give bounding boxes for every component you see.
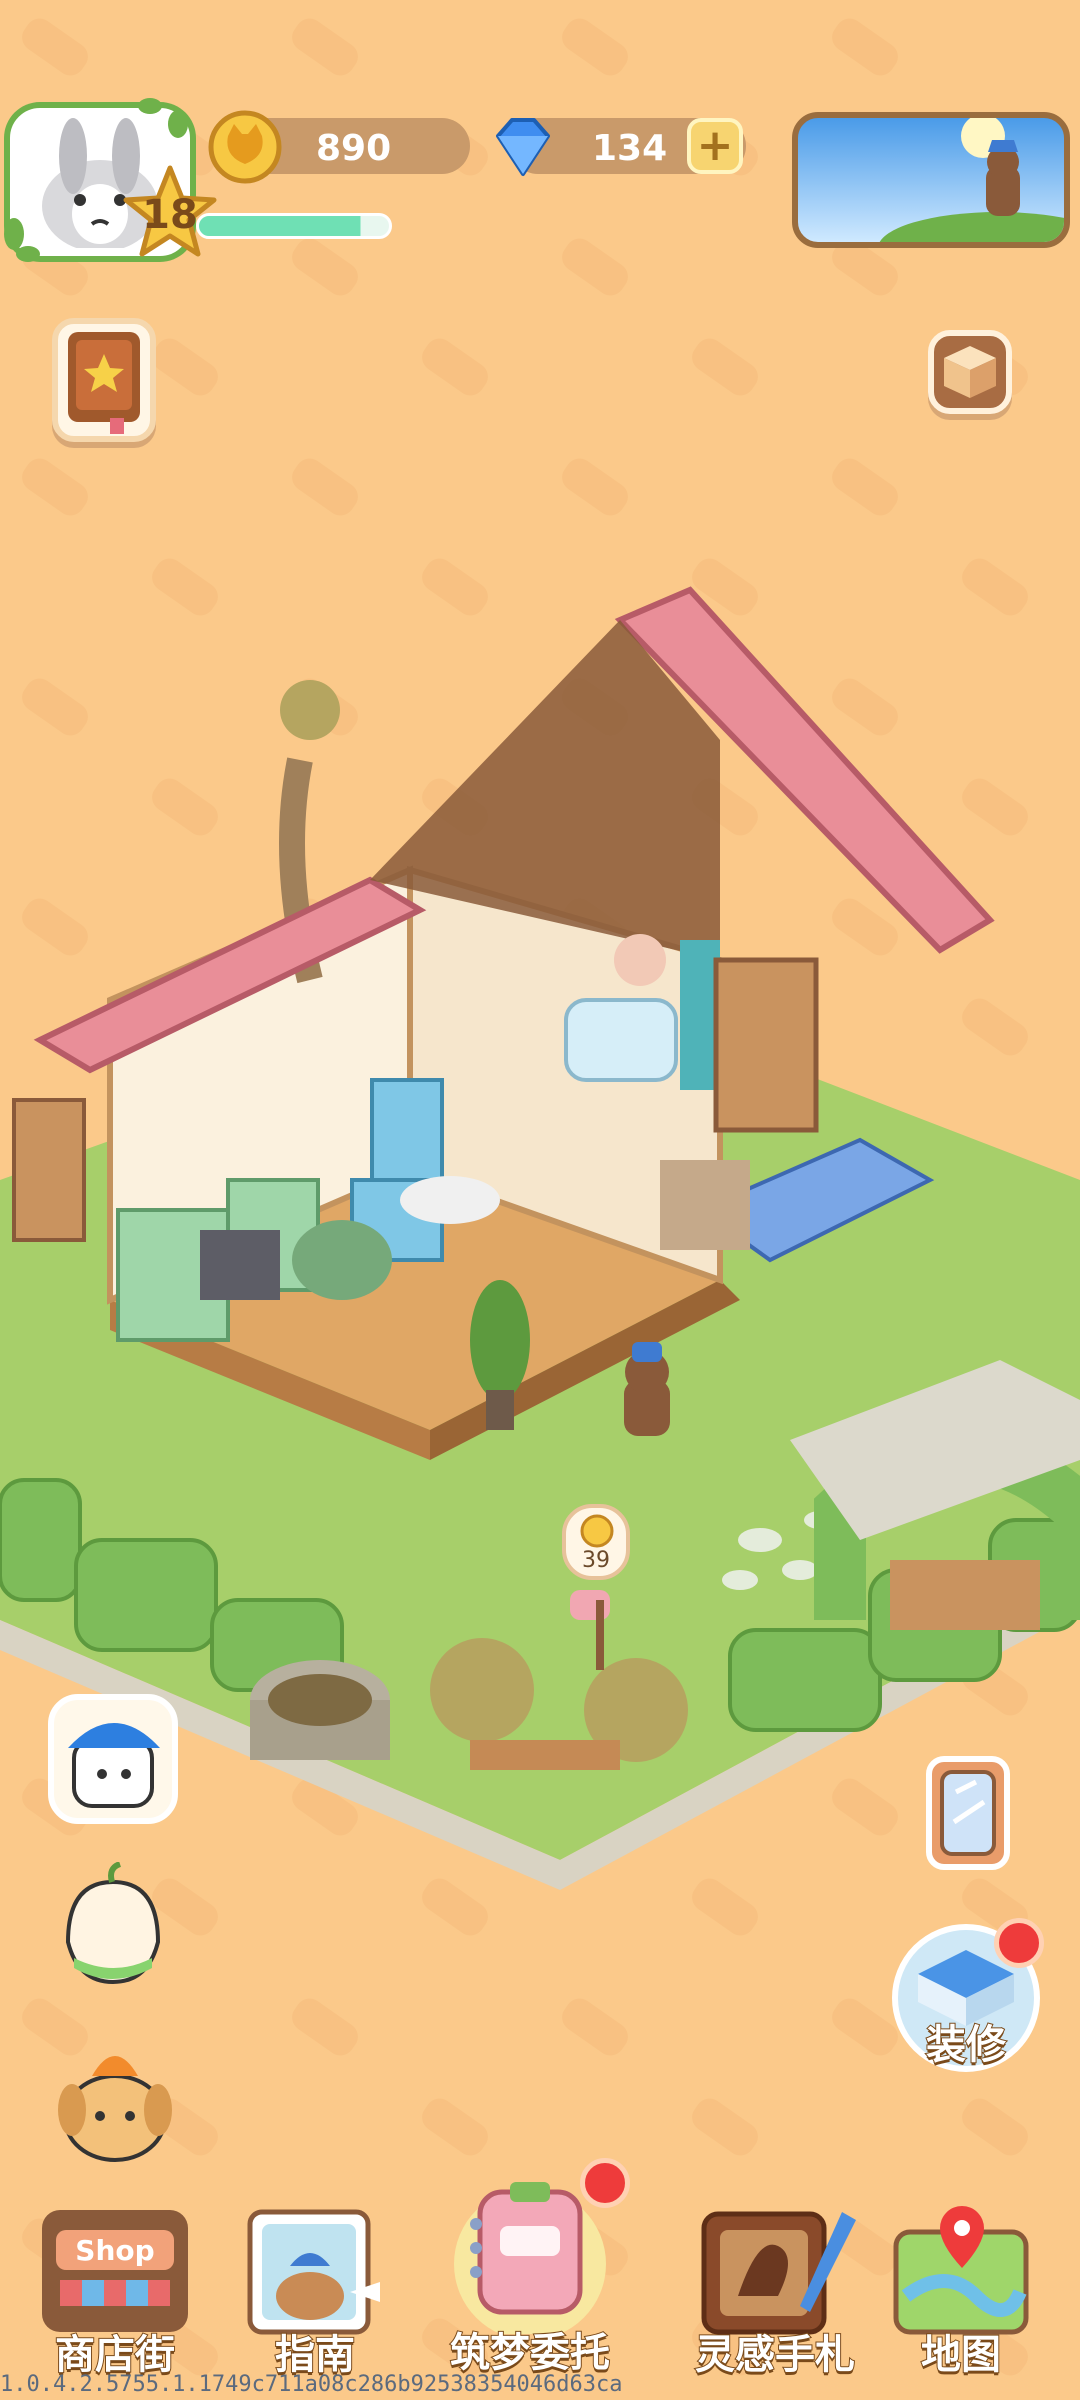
puppy-icon [58,2056,172,2162]
storage-box-button[interactable] [928,330,1012,414]
star-book-button[interactable] [52,318,156,442]
notification-badge [994,1918,1044,1968]
xp-progress-bar [196,213,392,239]
cat-coin-icon [580,1514,614,1548]
diamond-icon [496,118,550,176]
weather-panel[interactable] [792,112,1070,248]
version-string: 1.0.4.2.5755.1.1749c711a08c286b925383540… [0,2372,623,2397]
coins-value: 890 [316,128,392,169]
nav-guide[interactable]: 指南 [240,2196,390,2380]
nav-label-journal: 灵感手札 [694,2331,856,2379]
shop-icon: Shop [42,2210,188,2332]
wardrobe [713,957,819,1133]
guide-book-icon [247,2209,380,2335]
mirror-button[interactable] [926,1756,1010,1870]
level-star-badge: 18 [122,164,218,260]
beanbag [292,1220,392,1300]
shop-sign-text: Shop [75,2234,154,2267]
plus-icon: + [696,120,734,171]
sky-scene-icon [879,118,1064,242]
nav-map[interactable]: 地图 [886,2196,1036,2380]
pepper-creature-icon [65,1861,161,1985]
notification-badge [580,2158,630,2208]
bush [430,1638,534,1742]
round-table [400,1176,500,1224]
nav-label-map: 地图 [920,2331,1002,2379]
blue-cap-bun-icon [68,1723,160,1808]
map-icon [893,2206,1029,2335]
coin-reward-value: 39 [582,1548,610,1573]
star-book-icon [68,332,140,434]
nav-inspiration-journal[interactable]: 灵感手札 [680,2196,870,2380]
nav-shop-street[interactable]: Shop 商店街 [30,2196,200,2380]
fridge [370,1078,444,1182]
armchair [660,1160,750,1250]
house-door [12,1098,86,1242]
character-button-dog[interactable] [52,2036,178,2166]
add-gems-button[interactable]: + [687,118,743,174]
mirror-icon [940,1770,996,1856]
nav-label-commission: 筑梦委托 [449,2329,611,2377]
cat-coin-icon [208,110,282,184]
player-level: 18 [142,192,198,238]
coin-reward-bubble[interactable]: 39 [562,1504,630,1580]
inspiration-journal-icon [701,2211,856,2335]
gems-value: 134 [592,128,668,169]
bathtub [564,998,678,1082]
picnic-table [470,1740,620,1770]
cube-box-icon [944,346,996,398]
character-button-pepper[interactable] [48,1861,178,1992]
renovate-label: 装修 [925,2021,1007,2069]
character-button-bunny[interactable] [48,1694,178,1824]
